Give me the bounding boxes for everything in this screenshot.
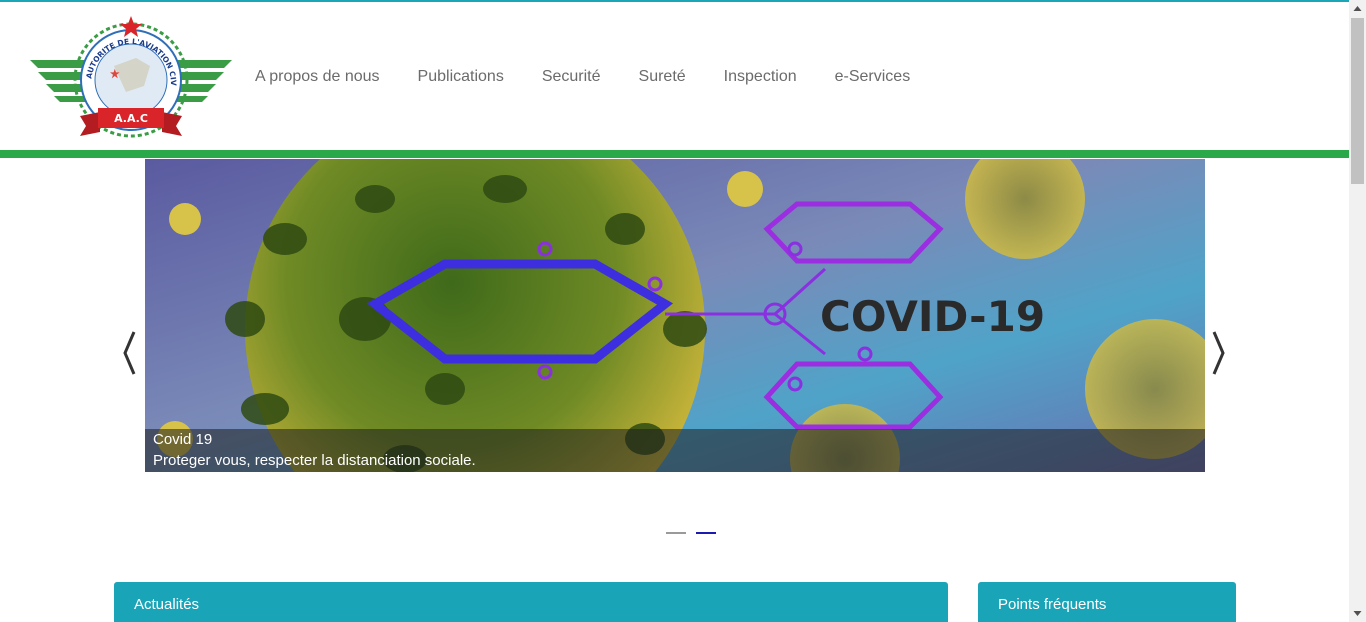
scrollbar-thumb[interactable] bbox=[1351, 18, 1364, 184]
nav-item-e-services[interactable]: e-Services bbox=[835, 68, 911, 86]
faq-panel-title: Points fréquents bbox=[998, 596, 1107, 613]
covid-slide-image: COVID-19 bbox=[145, 159, 1205, 472]
hero-carousel[interactable]: COVID-19 Covid 19 Proteger vous, respect… bbox=[145, 159, 1205, 472]
nav-item-surete[interactable]: Sureté bbox=[639, 68, 686, 86]
slide-caption-text: Proteger vous, respecter la distanciatio… bbox=[153, 452, 476, 469]
header-green-bar bbox=[0, 150, 1349, 158]
nav-item-a-propos[interactable]: A propos de nous bbox=[255, 68, 380, 86]
page-scrollbar[interactable] bbox=[1349, 0, 1366, 622]
carousel-indicator-2-active[interactable] bbox=[696, 532, 716, 534]
main-nav: A propos de nous Publications Securité S… bbox=[255, 68, 948, 86]
faq-panel-header: Points fréquents bbox=[978, 582, 1236, 622]
aac-logo[interactable]: AUTORITE DE L'AVIATION CIVILE A.A.C bbox=[28, 14, 234, 142]
logo-ribbon-text: A.A.C bbox=[114, 112, 148, 125]
carousel-indicator-1[interactable] bbox=[666, 532, 686, 534]
site-header: AUTORITE DE L'AVIATION CIVILE A.A.C A pr… bbox=[0, 2, 1349, 150]
nav-item-publications[interactable]: Publications bbox=[418, 68, 504, 86]
slide-caption-title: Covid 19 bbox=[153, 431, 213, 448]
scroll-down-arrow-icon[interactable] bbox=[1349, 605, 1366, 622]
scroll-up-arrow-icon[interactable] bbox=[1349, 0, 1366, 17]
carousel-prev-chevron-left-icon[interactable] bbox=[120, 330, 140, 376]
nav-item-inspection[interactable]: Inspection bbox=[724, 68, 797, 86]
slide-caption: Covid 19 Proteger vous, respecter la dis… bbox=[145, 429, 1205, 472]
slide-image-text: COVID-19 bbox=[820, 292, 1045, 341]
nav-item-securite[interactable]: Securité bbox=[542, 68, 601, 86]
news-panel-title: Actualités bbox=[134, 596, 200, 613]
news-panel-header: Actualités bbox=[114, 582, 948, 622]
carousel-next-chevron-right-icon[interactable] bbox=[1208, 330, 1228, 376]
carousel-indicators bbox=[666, 532, 726, 534]
